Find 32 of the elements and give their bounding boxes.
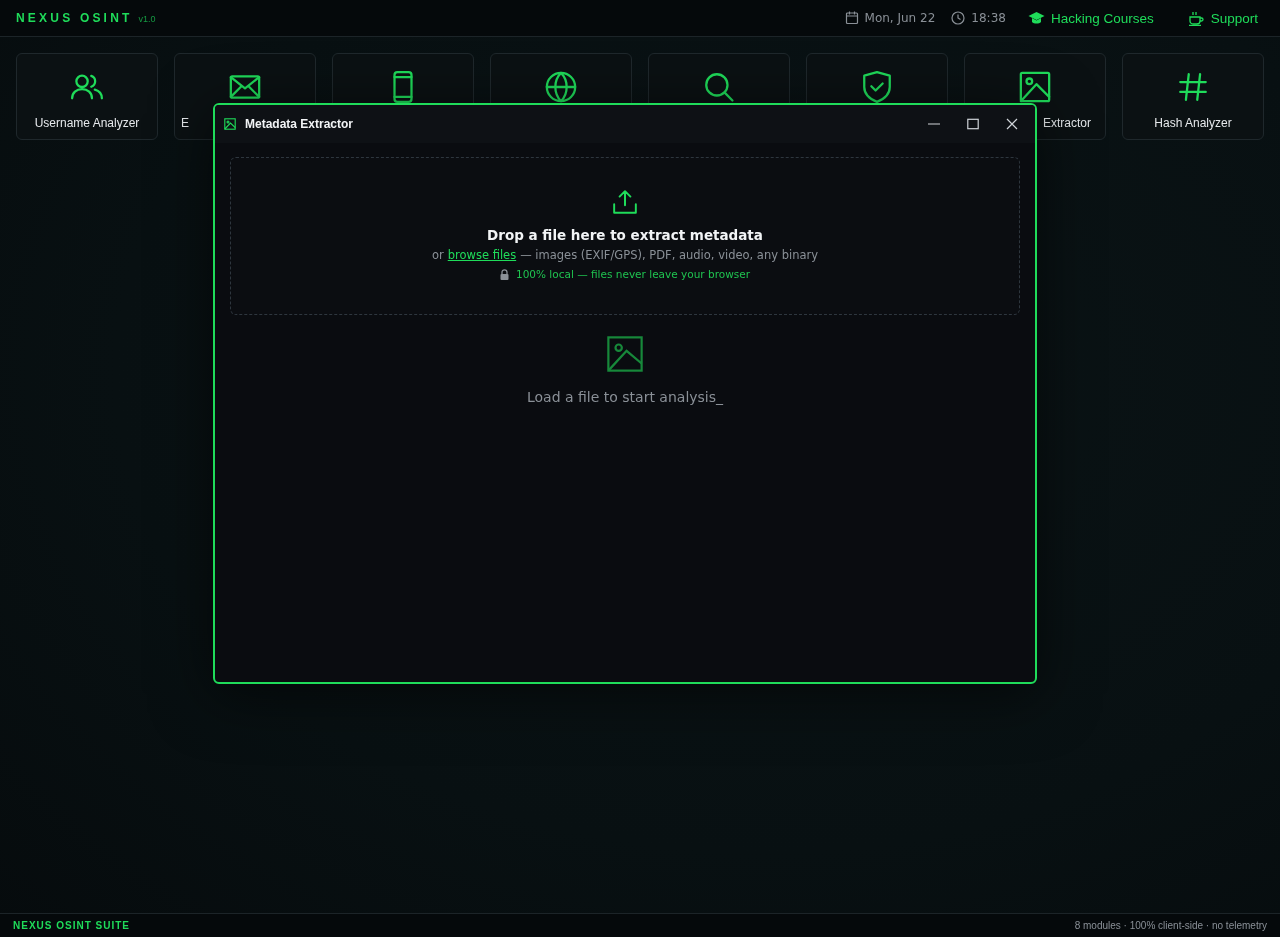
- version-label: v1.0: [138, 14, 156, 24]
- support-link[interactable]: Support: [1187, 10, 1258, 26]
- courses-link[interactable]: Hacking Courses: [1027, 10, 1154, 26]
- app-logo-text: NEXUS OSINT: [16, 11, 133, 25]
- hash-icon: [1176, 70, 1210, 104]
- close-icon: [1006, 118, 1018, 130]
- footer-status: 8 modules · 100% client-side · no telemetry: [1074, 920, 1267, 931]
- module-label: Extractor: [1043, 116, 1091, 130]
- drop-title: Drop a file here to extract metadata: [487, 227, 763, 243]
- privacy-note: 100% local — files never leave your browser: [516, 268, 750, 280]
- image-placeholder-icon: [606, 335, 644, 373]
- browse-files-link[interactable]: browse files: [447, 248, 517, 262]
- drop-prefix-text: or: [431, 248, 444, 262]
- time-text: 18:38: [971, 11, 1006, 25]
- graduation-cap-icon: [1027, 11, 1045, 25]
- lock-icon: [500, 268, 509, 280]
- module-tile[interactable]: Username Analyzer: [16, 53, 158, 140]
- date-text: Mon, Jun 22: [864, 11, 936, 25]
- empty-state-message: Load a file to start analysis_: [526, 389, 724, 405]
- module-label: Username Analyzer: [34, 116, 140, 130]
- maximize-icon: [967, 118, 979, 130]
- module-label: Hash Analyzer: [1154, 116, 1232, 130]
- coffee-cup-icon: [1187, 10, 1205, 26]
- module-tile[interactable]: Hash Analyzer: [1122, 53, 1264, 140]
- calendar-icon: [844, 11, 859, 25]
- upload-icon: [612, 189, 638, 215]
- clock-icon: [951, 11, 966, 25]
- file-types-text: — images (EXIF/GPS), PDF, audio, video, any binary: [520, 248, 819, 262]
- image-icon: [224, 118, 236, 130]
- module-label: E: [181, 116, 189, 130]
- file-drop-zone[interactable]: Drop a file here to extract metadata or browse files — images (EXIF/GPS), PDF, audio, video, any binary 100% local — files never leave your browser: [230, 157, 1020, 315]
- footer-brand: NEXUS OSINT SUITE: [13, 920, 130, 931]
